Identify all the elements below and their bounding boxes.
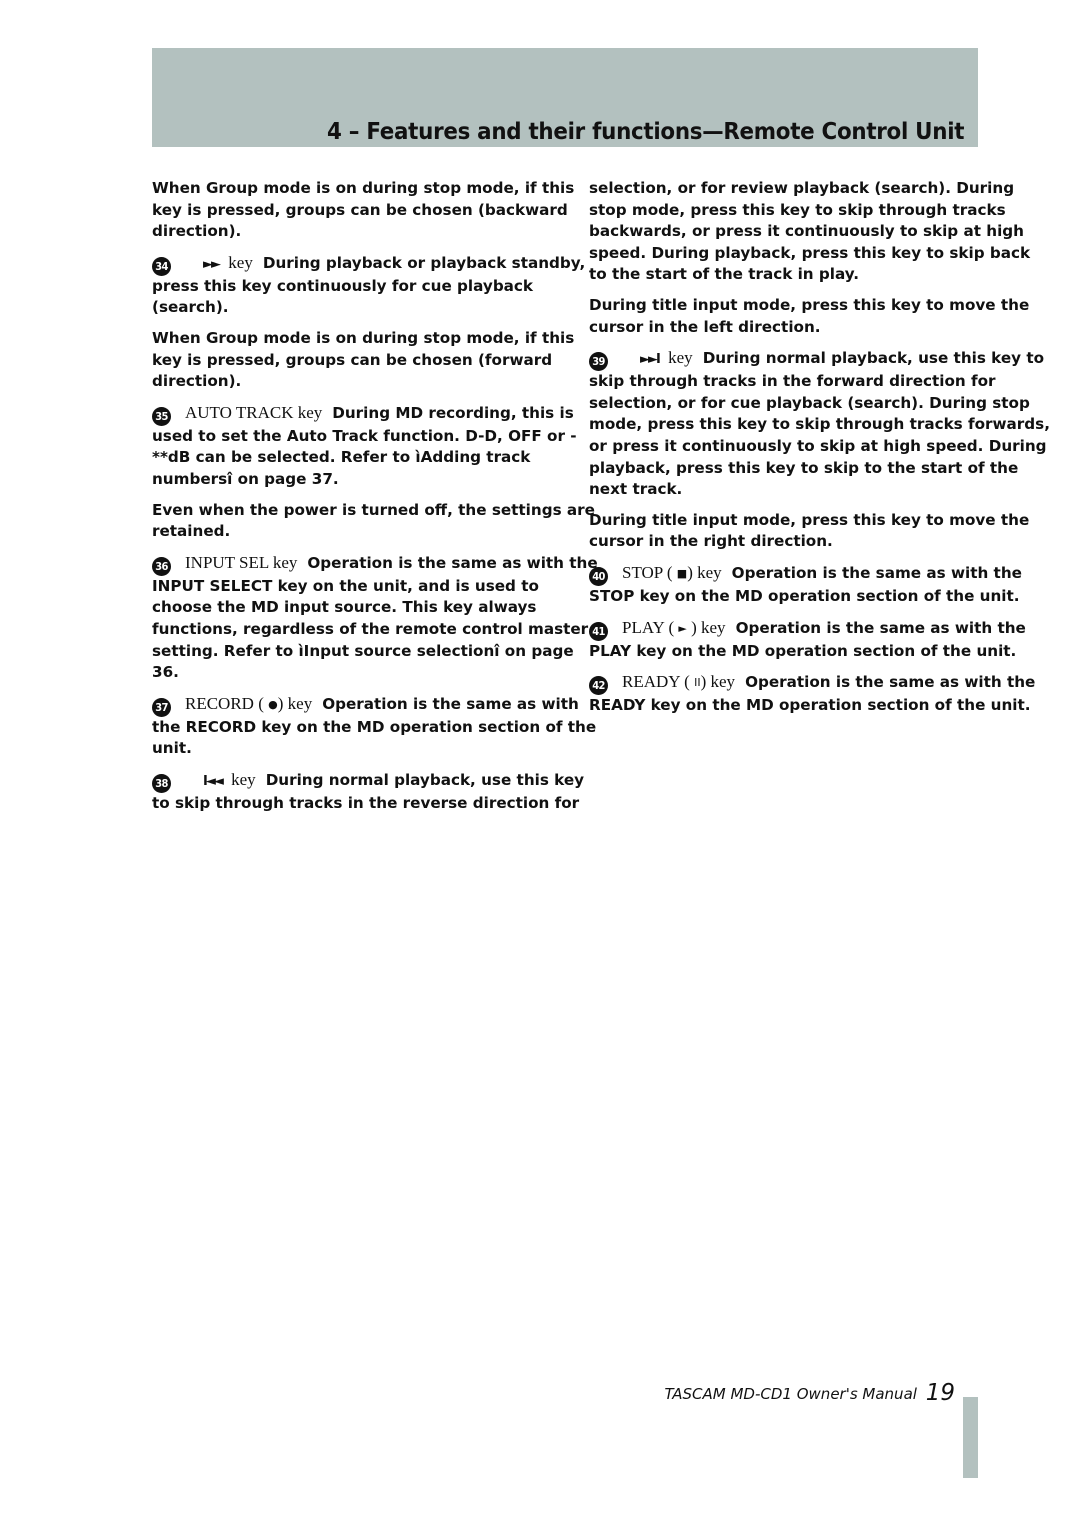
play-icon: ► xyxy=(678,621,687,635)
footer-brand: TASCAM xyxy=(664,1385,726,1403)
key-label: READY ( II) key xyxy=(622,672,735,691)
paragraph-skip-back-continued: selection, or for review playback (searc… xyxy=(589,179,1031,284)
page-footer: TASCAM MD-CD1 Owner's Manual 19 xyxy=(630,1380,955,1406)
key-label-suffix: ) key xyxy=(687,562,722,582)
item-34-fast-forward-key: 34 ►► key During playback or playback stan… xyxy=(152,252,600,319)
paragraph-cursor-left: During title input mode, press this key … xyxy=(589,295,1030,336)
item-number-badge: 42 xyxy=(589,676,608,696)
key-label-prefix: RECORD ( xyxy=(185,693,264,713)
item-description: Operation is the same as with the INPUT … xyxy=(152,553,598,682)
footer-model: MD-CD1 xyxy=(730,1385,792,1403)
item-number-badge: 35 xyxy=(152,406,171,426)
chapter-title: 4 – Features and their functions—Remote … xyxy=(326,119,965,145)
key-label-suffix: ) key xyxy=(700,672,736,692)
key-label: key xyxy=(231,769,256,789)
key-label: INPUT SEL key xyxy=(185,552,298,572)
key-label: key xyxy=(668,348,693,368)
chapter-side-tab xyxy=(963,1397,978,1478)
key-label: RECORD ( ●) key xyxy=(185,694,312,713)
key-label-prefix: READY ( xyxy=(622,672,690,692)
key-label: STOP ( ■) key xyxy=(622,563,722,582)
key-label: key xyxy=(228,252,253,272)
item-39-skip-forward-key: 39 ►►I key During normal playback, use thi… xyxy=(589,347,1051,501)
paragraph-settings-retained: Even when the power is turned off, the s… xyxy=(152,500,595,541)
item-number-badge: 38 xyxy=(152,773,171,793)
fast-forward-icon: ►► xyxy=(203,256,221,272)
right-column: selection, or for review playback (searc… xyxy=(589,178,1051,726)
paragraph-group-backward: When Group mode is on during stop mode, … xyxy=(152,179,575,241)
item-37-record-key: 37 RECORD ( ●) key Operation is the same a… xyxy=(152,693,600,760)
chapter-header-band: 4 – Features and their functions—Remote … xyxy=(152,48,978,147)
record-icon: ● xyxy=(268,697,278,711)
footer-manual-title: Owner's Manual xyxy=(796,1385,917,1403)
item-35-auto-track-key: 35 AUTO TRACK key During MD recording, thi… xyxy=(152,402,600,491)
key-label-suffix: ) key xyxy=(277,693,313,713)
item-number-badge: 37 xyxy=(152,697,171,717)
key-label: PLAY ( ► ) key xyxy=(622,618,726,637)
item-number-badge: 36 xyxy=(152,556,171,576)
skip-forward-icon: ►►I xyxy=(640,352,661,368)
key-label-prefix: STOP ( xyxy=(622,562,673,582)
stop-icon: ■ xyxy=(676,566,688,580)
item-number-badge: 41 xyxy=(589,621,608,641)
item-number-badge: 39 xyxy=(589,352,608,372)
key-label-prefix: PLAY ( xyxy=(622,617,675,637)
item-number-badge: 34 xyxy=(152,256,171,276)
left-column: When Group mode is on during stop mode, … xyxy=(152,178,600,823)
item-41-play-key: 41 PLAY ( ► ) key Operation is the same as… xyxy=(589,617,1051,663)
key-label-suffix: ) key xyxy=(691,617,726,637)
item-description: During normal playback, use this key to … xyxy=(589,349,1050,499)
key-label: AUTO TRACK key xyxy=(185,402,323,422)
skip-back-icon: I◄◄ xyxy=(203,773,224,789)
paragraph-cursor-right: During title input mode, press this key … xyxy=(589,510,1030,551)
item-42-ready-key: 42 READY ( II) key Operation is the same a… xyxy=(589,671,1051,717)
item-36-input-sel-key: 36 INPUT SEL key Operation is the same as … xyxy=(152,552,600,684)
page-number: 19 xyxy=(925,1380,955,1406)
item-38-skip-back-key: 38 I◄◄ key During normal playback, use thi… xyxy=(152,769,600,815)
item-number-badge: 40 xyxy=(589,566,608,586)
item-40-stop-key: 40 STOP ( ■) key Operation is the same as … xyxy=(589,562,1051,608)
paragraph-group-forward: When Group mode is on during stop mode, … xyxy=(152,328,575,391)
